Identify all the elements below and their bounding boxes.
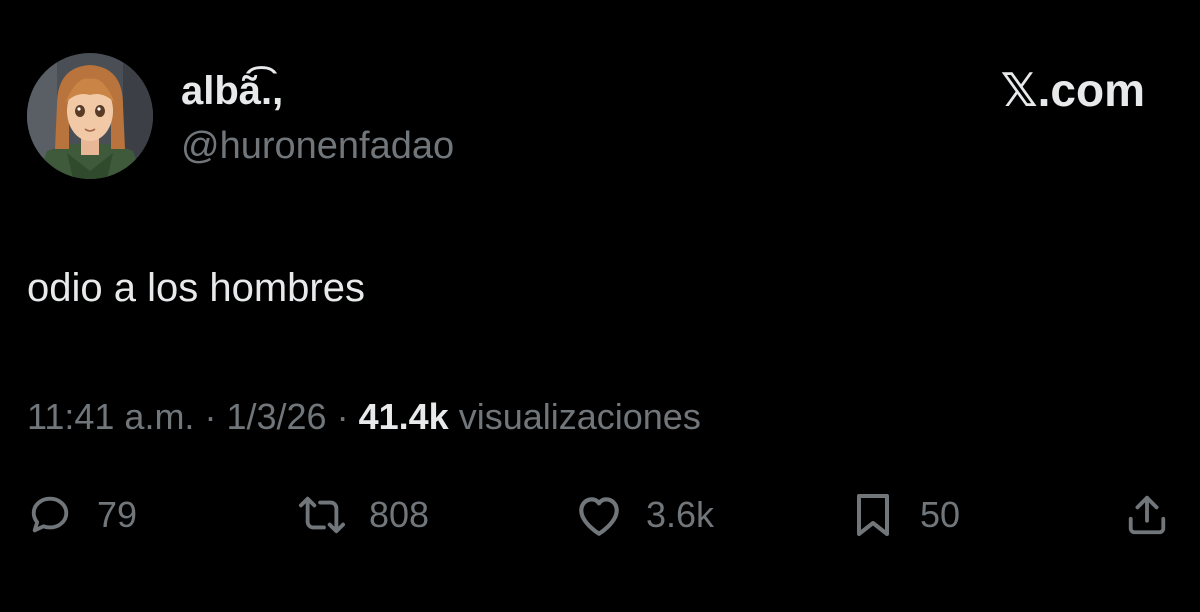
bookmark-count: 50 (920, 494, 961, 535)
tweet-meta: 11:41 a.m. · 1/3/26 · 41.4k visualizacio… (27, 395, 701, 439)
user-handle[interactable]: @huronenfadao (181, 124, 454, 168)
tweet-text: odio a los hombres (27, 266, 365, 310)
speech-bubble-icon (25, 490, 75, 540)
x-com-logo: 𝕏.com (1000, 64, 1145, 116)
bookmark-button[interactable]: 50 (848, 487, 960, 543)
bookmark-icon (848, 490, 898, 540)
heart-icon (574, 490, 624, 540)
tweet-date[interactable]: 1/3/26 (226, 396, 326, 437)
share-upload-icon (1122, 490, 1172, 540)
display-name[interactable]: albã͡., (181, 68, 283, 114)
reply-button[interactable]: 79 (25, 487, 137, 543)
meta-separator: · (204, 396, 217, 437)
share-button[interactable] (1122, 487, 1172, 543)
avatar-image (27, 53, 153, 179)
tweet-time[interactable]: 11:41 a.m. (27, 396, 194, 437)
meta-separator: · (336, 396, 349, 437)
views-label: visualizaciones (458, 396, 701, 437)
reply-count: 79 (97, 494, 138, 535)
avatar[interactable] (27, 53, 153, 179)
repost-arrows-icon (297, 490, 347, 540)
repost-button[interactable]: 808 (297, 487, 429, 543)
like-button[interactable]: 3.6k (574, 487, 714, 543)
views-count: 41.4k (358, 396, 449, 437)
repost-count: 808 (369, 494, 430, 535)
like-count: 3.6k (646, 494, 715, 535)
